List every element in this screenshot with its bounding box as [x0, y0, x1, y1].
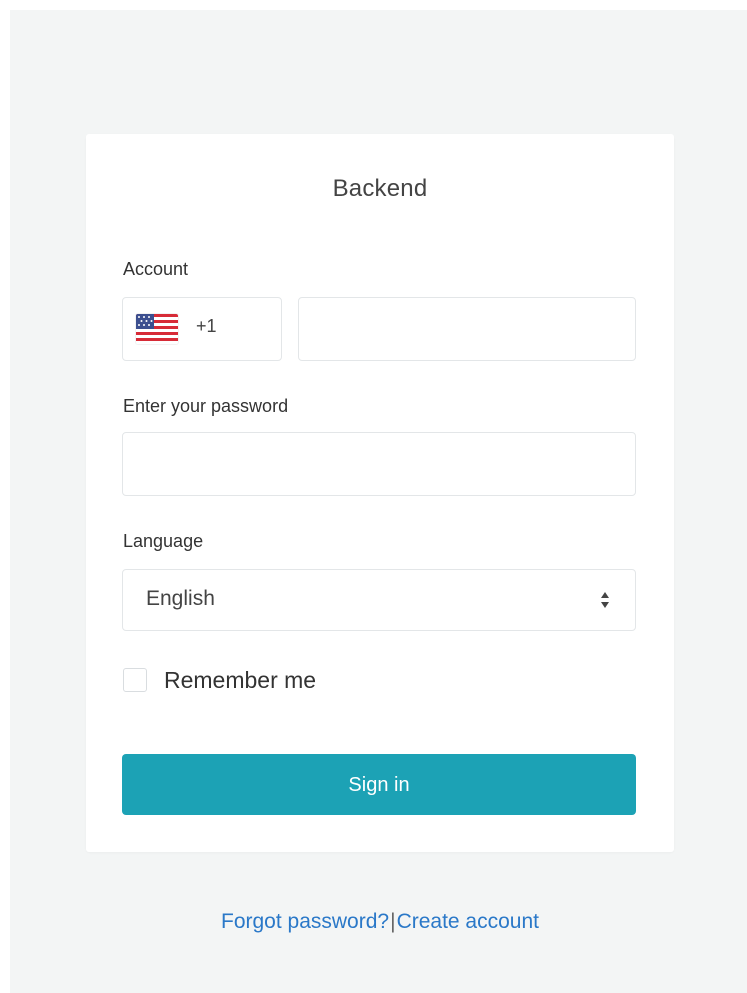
page-title: Backend [332, 175, 428, 202]
forgot-password-link[interactable]: Forgot password? [221, 910, 389, 933]
language-selected-value: English [146, 587, 215, 610]
password-label: Enter your password [123, 396, 289, 416]
updown-icon [600, 588, 610, 612]
country-code-label: +1 [196, 316, 217, 336]
remember-me-label: Remember me [164, 667, 317, 693]
account-label: Account [123, 259, 189, 279]
account-input[interactable] [298, 297, 636, 361]
password-input[interactable] [122, 432, 636, 496]
footer-links: Forgot password?|Create account [0, 910, 747, 934]
sign-in-button[interactable]: Sign in [122, 754, 636, 815]
language-label: Language [123, 531, 204, 551]
us-flag-icon [136, 314, 178, 344]
footer-separator: | [390, 910, 396, 933]
country-code-selector[interactable]: +1 [122, 297, 282, 361]
create-account-link[interactable]: Create account [397, 910, 539, 933]
remember-me-checkbox[interactable] [123, 668, 147, 692]
language-select[interactable]: English [122, 569, 636, 631]
